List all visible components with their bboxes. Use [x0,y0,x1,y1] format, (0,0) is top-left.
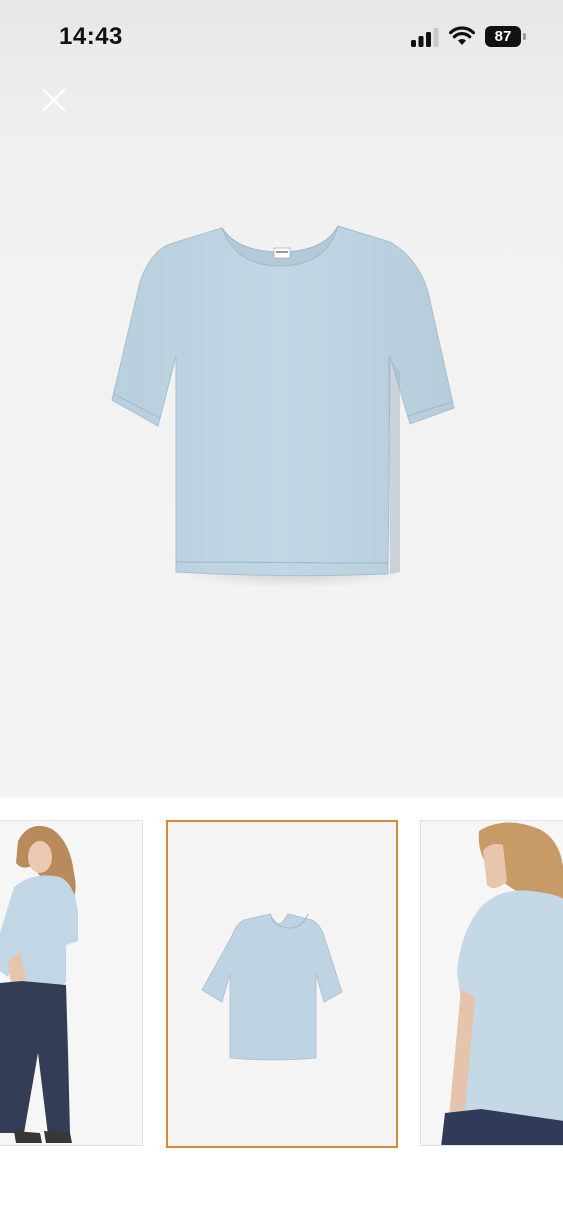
t-shirt-image [111,225,455,577]
thumbnail-strip [0,818,563,1150]
flat-lay-thumbnail-image [168,822,396,1146]
close-button[interactable] [36,82,72,118]
product-image-viewer: 14:43 87 [0,0,563,1219]
close-icon [42,88,66,112]
battery-icon: 87 [485,26,527,47]
model-side-image [0,821,142,1145]
thumbnail-model-side[interactable] [0,820,143,1146]
status-bar: 14:43 87 [0,0,563,70]
model-back-image [421,821,563,1145]
battery-cap [523,33,526,40]
wifi-icon [449,26,475,45]
thumbnail-model-back[interactable] [420,820,563,1146]
battery-level: 87 [485,26,521,47]
thumbnail-flat-lay-selected[interactable] [166,820,398,1148]
status-time: 14:43 [59,23,123,50]
cellular-signal-icon [411,28,439,47]
main-product-image[interactable] [0,0,563,798]
